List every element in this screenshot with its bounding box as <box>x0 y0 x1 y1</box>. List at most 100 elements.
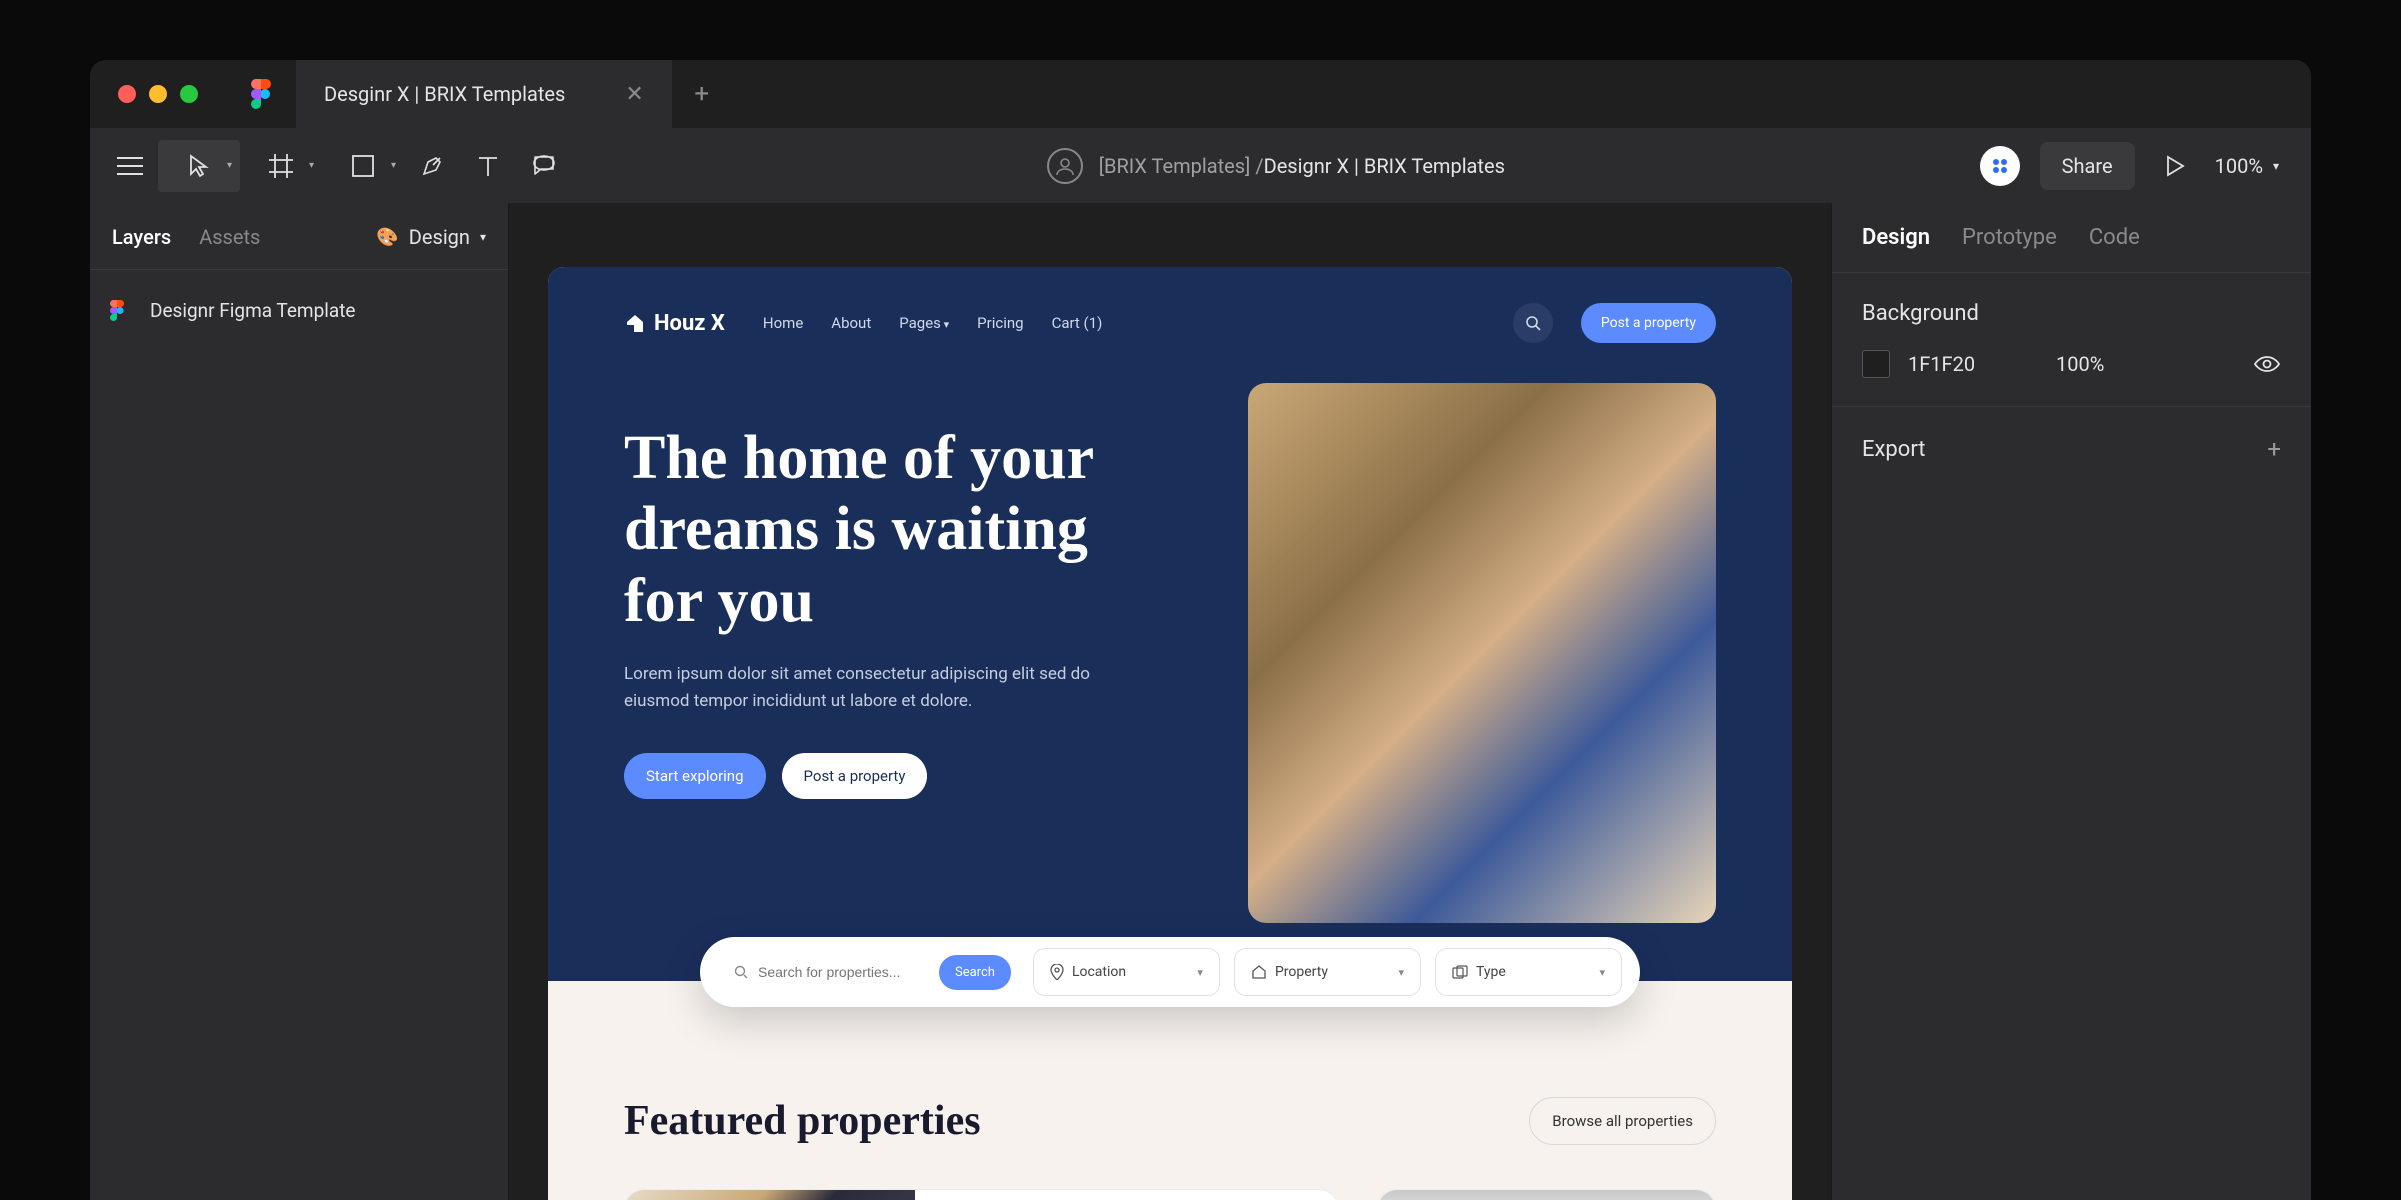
color-opacity[interactable]: 100% <box>2056 352 2235 376</box>
post-property-button[interactable]: Post a property <box>1581 303 1716 343</box>
nav-pages[interactable]: Pages <box>899 314 949 332</box>
breadcrumb: [BRIX Templates] /Designr X | BRIX Templ… <box>572 148 1980 184</box>
breadcrumb-author: [BRIX Templates] / <box>1099 154 1264 178</box>
breadcrumb-file: Designr X | BRIX Templates <box>1264 154 1505 178</box>
text-tool-button[interactable] <box>460 140 516 192</box>
share-button[interactable]: Share <box>2040 142 2135 190</box>
shape-tool-button[interactable]: ▾ <box>322 140 404 192</box>
pen-icon <box>420 154 444 178</box>
property-card[interactable]: Agent at Houz X $8,495,000 USD <box>624 1189 1339 1200</box>
background-title: Background <box>1862 301 2281 326</box>
author-avatar[interactable] <box>1047 148 1083 184</box>
search-input[interactable] <box>758 964 939 980</box>
tab-design[interactable]: Design <box>1862 225 1930 250</box>
right-panel: Design Prototype Code Background 1F1F20 … <box>1831 203 2311 1200</box>
search-icon <box>734 965 748 979</box>
property-search-bar: Search Location ▾ Property <box>700 937 1640 1007</box>
present-button[interactable] <box>2155 155 2195 177</box>
canvas[interactable]: Houz X Home About Pages Pricing Cart (1)… <box>509 203 1831 1200</box>
chevron-down-icon: ▾ <box>1197 966 1203 979</box>
property-label: Property <box>1275 964 1328 980</box>
background-section: Background 1F1F20 100% <box>1832 273 2311 407</box>
nav-home[interactable]: Home <box>763 314 803 332</box>
zoom-dropdown[interactable]: 100% ▾ <box>2215 154 2279 178</box>
minimize-window-button[interactable] <box>149 85 167 103</box>
window-controls <box>90 60 226 128</box>
page-name: Design <box>409 225 470 249</box>
tab-bar: Desginr X | BRIX Templates ✕ + <box>296 60 732 128</box>
property-card-small[interactable]: For rent <box>1377 1189 1716 1200</box>
move-tool-button[interactable]: ▾ <box>158 140 240 192</box>
artboard[interactable]: Houz X Home About Pages Pricing Cart (1)… <box>548 267 1792 1200</box>
chevron-down-icon: ▾ <box>2273 159 2279 173</box>
hamburger-menu-button[interactable] <box>102 140 158 192</box>
user-avatar[interactable] <box>1980 146 2020 186</box>
tab-assets[interactable]: Assets <box>199 225 260 249</box>
location-label: Location <box>1072 964 1126 980</box>
browse-all-button[interactable]: Browse all properties <box>1529 1097 1716 1145</box>
close-tab-button[interactable]: ✕ <box>625 82 643 107</box>
nav-cart[interactable]: Cart (1) <box>1052 314 1103 332</box>
breadcrumb-text[interactable]: [BRIX Templates] /Designr X | BRIX Templ… <box>1099 154 1505 178</box>
search-button[interactable] <box>1513 303 1553 343</box>
chevron-down-icon: ▾ <box>391 160 396 171</box>
text-icon <box>477 155 499 177</box>
color-swatch[interactable] <box>1862 350 1890 378</box>
type-label: Type <box>1476 964 1506 980</box>
new-tab-button[interactable]: + <box>672 60 732 128</box>
type-filter[interactable]: Type ▾ <box>1435 948 1622 996</box>
property-filter[interactable]: Property ▾ <box>1234 948 1421 996</box>
frame-icon <box>269 154 293 178</box>
palette-icon: 🎨 <box>376 227 398 248</box>
hero-title: The home of your dreams is waiting for y… <box>624 423 1168 637</box>
post-property-cta-button[interactable]: Post a property <box>782 753 928 799</box>
page-selector[interactable]: 🎨 Design ▾ <box>376 225 486 249</box>
toolbar-tools: ▾ ▾ ▾ <box>102 140 572 192</box>
hero-body: The home of your dreams is waiting for y… <box>624 343 1716 981</box>
brand-logo[interactable]: Houz X <box>624 311 725 336</box>
avatar-dots-icon <box>1989 155 2011 177</box>
comment-icon <box>531 153 557 179</box>
start-exploring-button[interactable]: Start exploring <box>624 753 766 799</box>
search-field[interactable]: Search <box>718 948 1019 996</box>
add-export-button[interactable]: + <box>2267 435 2281 463</box>
layer-name: Designr Figma Template <box>150 299 355 322</box>
close-window-button[interactable] <box>118 85 136 103</box>
layers-icon <box>1452 965 1468 979</box>
house-icon <box>624 312 646 334</box>
tab-title: Desginr X | BRIX Templates <box>324 82 565 106</box>
featured-title: Featured properties <box>624 1097 981 1145</box>
tab-layers[interactable]: Layers <box>112 225 171 249</box>
property-info: Agent at Houz X $8,495,000 USD <box>915 1190 1338 1200</box>
nav-about[interactable]: About <box>831 314 871 332</box>
layer-item[interactable]: Designr Figma Template <box>110 290 488 330</box>
zoom-value: 100% <box>2215 154 2263 178</box>
chevron-down-icon: ▾ <box>227 160 232 171</box>
tab-prototype[interactable]: Prototype <box>1962 225 2057 250</box>
pin-icon <box>1050 964 1064 980</box>
featured-header: Featured properties Browse all propertie… <box>624 1097 1716 1145</box>
main-area: Layers Assets 🎨 Design ▾ Designr Figma T… <box>90 203 2311 1200</box>
color-hex[interactable]: 1F1F20 <box>1908 352 2038 376</box>
location-filter[interactable]: Location ▾ <box>1033 948 1220 996</box>
file-tab[interactable]: Desginr X | BRIX Templates ✕ <box>296 60 672 128</box>
nav-pricing[interactable]: Pricing <box>977 314 1023 332</box>
pen-tool-button[interactable] <box>404 140 460 192</box>
figma-file-icon <box>110 298 134 322</box>
user-icon <box>1054 155 1076 177</box>
property-cards: Agent at Houz X $8,495,000 USD For rent <box>624 1189 1716 1200</box>
search-submit-button[interactable]: Search <box>939 955 1011 990</box>
chevron-down-icon: ▾ <box>309 160 314 171</box>
site-nav: Houz X Home About Pages Pricing Cart (1)… <box>624 303 1716 343</box>
play-icon <box>2165 155 2185 177</box>
comment-tool-button[interactable] <box>516 140 572 192</box>
maximize-window-button[interactable] <box>180 85 198 103</box>
visibility-toggle[interactable] <box>2253 354 2281 374</box>
frame-tool-button[interactable]: ▾ <box>240 140 322 192</box>
app-window: Desginr X | BRIX Templates ✕ + ▾ ▾ ▾ <box>90 60 2311 1200</box>
cursor-icon <box>189 154 209 178</box>
rectangle-icon <box>352 155 374 177</box>
eye-icon <box>2253 354 2281 374</box>
tab-code[interactable]: Code <box>2089 225 2140 250</box>
toolbar-right: Share 100% ▾ <box>1980 142 2299 190</box>
